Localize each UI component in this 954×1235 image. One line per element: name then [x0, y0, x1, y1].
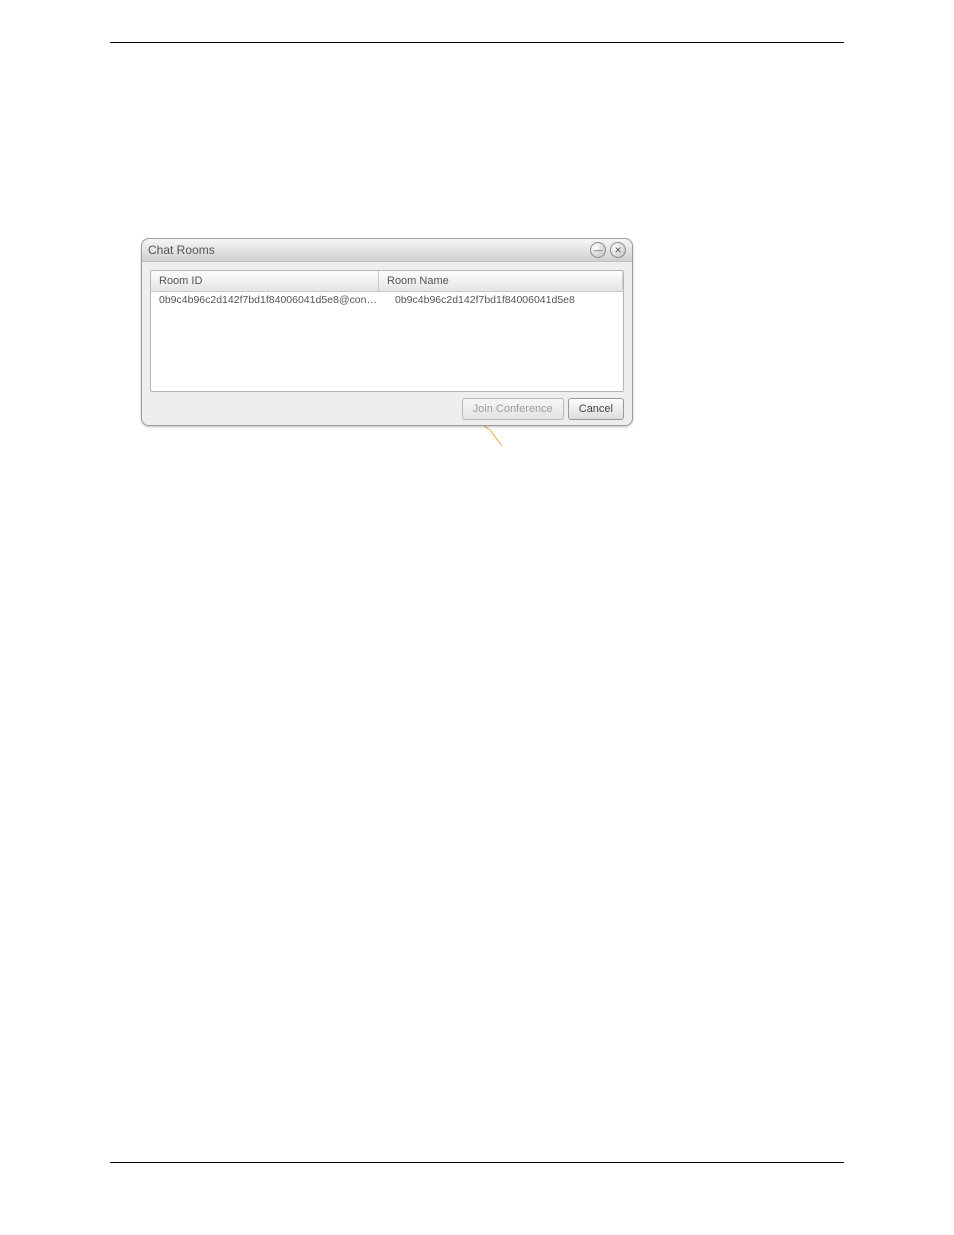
cancel-button[interactable]: Cancel: [568, 398, 624, 420]
rooms-listview[interactable]: Room ID Room Name 0b9c4b96c2d142f7bd1f84…: [150, 270, 624, 392]
listview-rows: 0b9c4b96c2d142f7bd1f84006041d5e8@conf… 0…: [151, 292, 623, 391]
close-icon[interactable]: ✕: [610, 242, 626, 258]
cell-room-id: 0b9c4b96c2d142f7bd1f84006041d5e8@conf…: [151, 294, 379, 306]
dialog-title: Chat Rooms: [148, 243, 586, 257]
dialog-titlebar[interactable]: Chat Rooms — ✕: [142, 239, 632, 262]
column-header-room-id[interactable]: Room ID: [151, 271, 379, 291]
callout-lines: [0, 0, 954, 1235]
dialog-footer: Join Conference Cancel: [150, 392, 624, 420]
chat-rooms-dialog: Chat Rooms — ✕ Room ID Room Name 0b9c4b9…: [141, 238, 633, 426]
dialog-body: Room ID Room Name 0b9c4b96c2d142f7bd1f84…: [142, 262, 632, 426]
page: Chat Rooms — ✕ Room ID Room Name 0b9c4b9…: [0, 0, 954, 1235]
cell-room-name: 0b9c4b96c2d142f7bd1f84006041d5e8: [379, 294, 623, 306]
minimize-icon[interactable]: —: [590, 242, 606, 258]
table-row[interactable]: 0b9c4b96c2d142f7bd1f84006041d5e8@conf… 0…: [151, 292, 623, 308]
listview-header: Room ID Room Name: [151, 271, 623, 292]
join-conference-button[interactable]: Join Conference: [462, 398, 564, 420]
top-rule: [110, 42, 844, 43]
bottom-rule: [110, 1162, 844, 1163]
column-header-room-name[interactable]: Room Name: [379, 271, 623, 291]
